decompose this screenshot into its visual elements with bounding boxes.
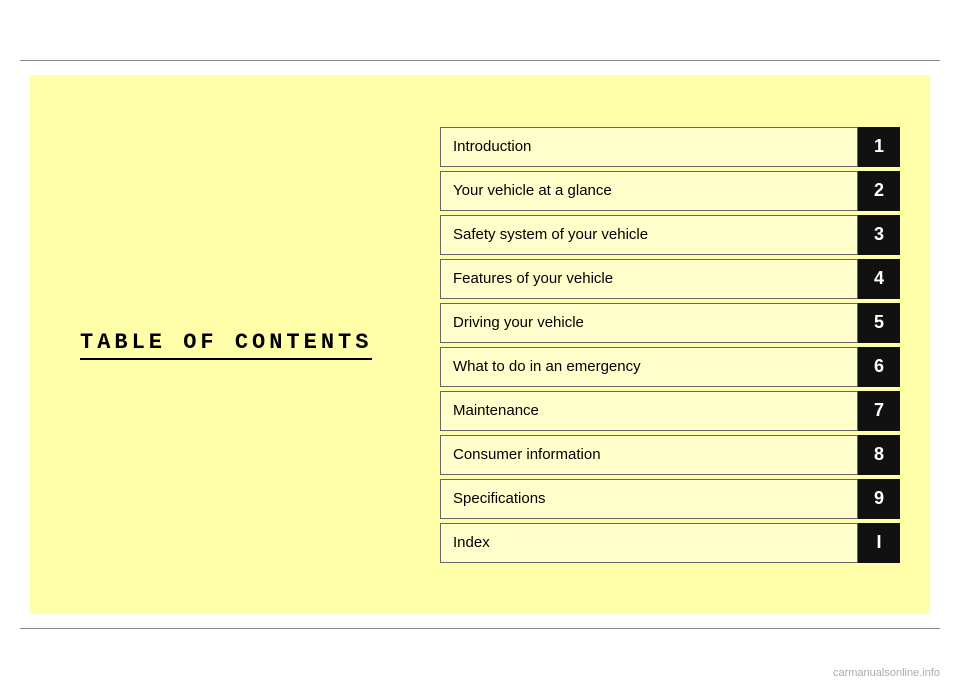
table-row[interactable]: What to do in an emergency6 bbox=[440, 347, 900, 387]
table-row[interactable]: Safety system of your vehicle3 bbox=[440, 215, 900, 255]
toc-list: Introduction1Your vehicle at a glance2Sa… bbox=[440, 127, 900, 563]
table-row[interactable]: Features of your vehicle4 bbox=[440, 259, 900, 299]
toc-item-number: 4 bbox=[858, 259, 900, 299]
table-row[interactable]: Specifications9 bbox=[440, 479, 900, 519]
table-row[interactable]: Maintenance7 bbox=[440, 391, 900, 431]
toc-item-number: 9 bbox=[858, 479, 900, 519]
toc-item-number: 3 bbox=[858, 215, 900, 255]
table-row[interactable]: Your vehicle at a glance2 bbox=[440, 171, 900, 211]
toc-item-number: I bbox=[858, 523, 900, 563]
watermark: carmanualsonline.info bbox=[833, 667, 940, 679]
toc-item-label: Features of your vehicle bbox=[440, 259, 858, 299]
table-row[interactable]: Introduction1 bbox=[440, 127, 900, 167]
table-row[interactable]: Driving your vehicle5 bbox=[440, 303, 900, 343]
toc-item-label: Maintenance bbox=[440, 391, 858, 431]
toc-item-number: 7 bbox=[858, 391, 900, 431]
toc-item-label: Safety system of your vehicle bbox=[440, 215, 858, 255]
toc-title: TABLE OF CONTENTS bbox=[80, 330, 372, 360]
toc-item-label: Specifications bbox=[440, 479, 858, 519]
main-content-area: TABLE OF CONTENTS Introduction1Your vehi… bbox=[30, 75, 930, 614]
table-row[interactable]: Consumer information8 bbox=[440, 435, 900, 475]
toc-item-label: What to do in an emergency bbox=[440, 347, 858, 387]
toc-item-label: Index bbox=[440, 523, 858, 563]
toc-item-number: 1 bbox=[858, 127, 900, 167]
top-divider bbox=[20, 60, 940, 61]
toc-item-number: 8 bbox=[858, 435, 900, 475]
left-panel: TABLE OF CONTENTS bbox=[60, 330, 440, 360]
bottom-divider bbox=[20, 628, 940, 629]
toc-item-number: 6 bbox=[858, 347, 900, 387]
toc-item-number: 2 bbox=[858, 171, 900, 211]
toc-item-label: Consumer information bbox=[440, 435, 858, 475]
toc-item-label: Driving your vehicle bbox=[440, 303, 858, 343]
toc-item-label: Your vehicle at a glance bbox=[440, 171, 858, 211]
table-row[interactable]: IndexI bbox=[440, 523, 900, 563]
toc-item-number: 5 bbox=[858, 303, 900, 343]
toc-item-label: Introduction bbox=[440, 127, 858, 167]
